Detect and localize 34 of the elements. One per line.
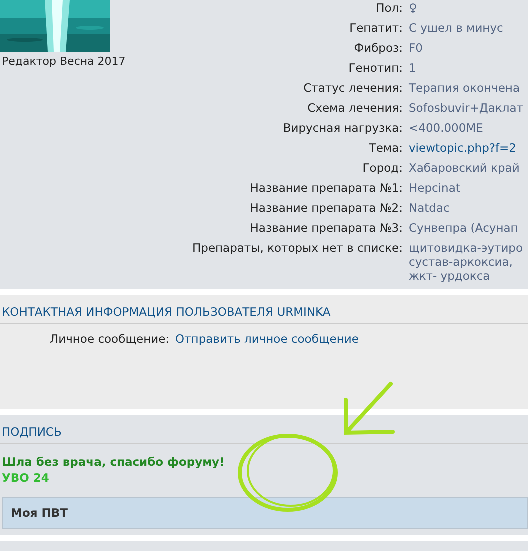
- contact-label: Личное сообщение:: [50, 332, 170, 346]
- section-heading: ПОДПИСЬ: [0, 425, 528, 444]
- field-value: 1: [409, 61, 418, 75]
- field-value: ♀: [409, 1, 418, 15]
- field-value: Терапия окончена: [409, 81, 521, 95]
- field-label: Вирусная нагрузка:: [282, 121, 403, 135]
- field-label: Генотип:: [348, 61, 403, 75]
- field-label: Гепатит:: [348, 21, 403, 35]
- field-value: F0: [409, 41, 424, 55]
- field-value: Natdac: [409, 201, 451, 215]
- field-label: Схема лечения:: [306, 101, 403, 115]
- field-label: Препараты, которых нет в списке:: [192, 241, 403, 257]
- field-value: Хабаровский край: [409, 161, 521, 175]
- field-value: Сунвепра (Асунап: [409, 221, 520, 235]
- spoiler-box[interactable]: Моя ПВТ: [2, 497, 528, 529]
- field-label: Название препарата №3:: [249, 221, 403, 235]
- field-label: Пол:: [375, 1, 403, 15]
- section-heading: КОНТАКТНАЯ ИНФОРМАЦИЯ ПОЛЬЗОВАТЕЛЯ URMINKA: [0, 305, 528, 324]
- field-link[interactable]: viewtopic.php?f=2: [409, 141, 528, 155]
- field-value: С ушел в минус: [409, 21, 504, 35]
- field-label: Город:: [362, 161, 403, 175]
- field-value: <400.000МЕ: [409, 121, 484, 135]
- signature-text: Шла без врача, спасибо форуму!: [2, 454, 226, 470]
- avatar-caption: Редактор Весна 2017: [2, 55, 127, 68]
- field-value: Sofosbuvir+Даклат: [409, 101, 524, 115]
- send-message-link[interactable]: Отправить личное сообщение: [176, 332, 359, 346]
- field-value: Hepcinat: [409, 181, 462, 195]
- field-value: щитовидка-эутиро сустав-аркоксиа, жкт- урдокса: [409, 241, 524, 283]
- field-label: Название препарата №1:: [249, 181, 403, 195]
- field-label: Статус лечения:: [302, 81, 403, 95]
- field-label: Фиброз:: [353, 41, 403, 55]
- field-label: Тема:: [368, 141, 403, 155]
- field-label: Название препарата №2:: [249, 201, 403, 215]
- signature-text: УВО 24: [2, 470, 50, 486]
